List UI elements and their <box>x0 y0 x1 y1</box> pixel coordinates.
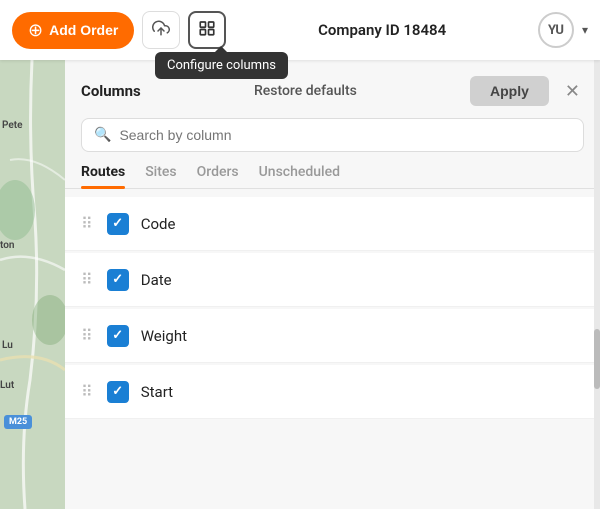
panel-header: Columns Restore defaults Apply ✕ <box>65 60 600 118</box>
configure-columns-button[interactable] <box>188 11 226 49</box>
avatar: YU <box>538 12 574 48</box>
map-label-lut: Lut <box>0 380 14 391</box>
search-icon: 🔍 <box>94 127 111 143</box>
tab-sites[interactable]: Sites <box>145 164 176 188</box>
column-item-start: ⠿ ✓ Start <box>65 365 600 419</box>
plus-icon: ⊕ <box>28 20 43 41</box>
company-id-label: Company ID 18484 <box>234 21 530 39</box>
add-order-button[interactable]: ⊕ Add Order <box>12 12 134 49</box>
configure-columns-icon <box>198 19 216 42</box>
chevron-down-icon[interactable]: ▾ <box>582 23 588 37</box>
drag-handle-code[interactable]: ⠿ <box>81 216 95 232</box>
apply-button[interactable]: Apply <box>470 76 549 106</box>
checkbox-weight[interactable]: ✓ <box>107 325 129 347</box>
column-name-start: Start <box>141 383 173 401</box>
checkbox-code[interactable]: ✓ <box>107 213 129 235</box>
map-area: Pete ton Lu Lut M25 <box>0 60 65 509</box>
restore-defaults-button[interactable]: Restore defaults <box>153 83 458 99</box>
scrollbar-track <box>594 60 600 509</box>
search-input[interactable] <box>119 127 571 143</box>
tab-unscheduled[interactable]: Unscheduled <box>259 164 340 188</box>
upload-icon <box>152 19 170 42</box>
checkbox-date[interactable]: ✓ <box>107 269 129 291</box>
tab-orders[interactable]: Orders <box>197 164 239 188</box>
tab-routes[interactable]: Routes <box>81 164 125 188</box>
check-icon-start: ✓ <box>112 384 123 399</box>
configure-columns-tooltip: Configure columns <box>155 52 288 79</box>
map-badge-m25: M25 <box>4 415 32 429</box>
header: ⊕ Add Order Company ID 18484 YU ▾ <box>0 0 600 60</box>
avatar-initials: YU <box>548 23 564 38</box>
column-item-weight: ⠿ ✓ Weight <box>65 309 600 363</box>
main-area: Pete ton Lu Lut M25 Columns Restore defa… <box>0 60 600 509</box>
close-button[interactable]: ✕ <box>561 82 584 100</box>
upload-button[interactable] <box>142 11 180 49</box>
column-item-code: ⠿ ✓ Code <box>65 197 600 251</box>
check-icon-weight: ✓ <box>112 328 123 343</box>
check-icon-code: ✓ <box>112 216 123 231</box>
map-label-pete: Pete <box>2 120 22 131</box>
map-label-lu: Lu <box>2 340 13 351</box>
drag-handle-date[interactable]: ⠿ <box>81 272 95 288</box>
panel-title: Columns <box>81 82 141 100</box>
checkbox-start[interactable]: ✓ <box>107 381 129 403</box>
column-item-date: ⠿ ✓ Date <box>65 253 600 307</box>
column-name-date: Date <box>141 271 172 289</box>
drag-handle-weight[interactable]: ⠿ <box>81 328 95 344</box>
column-list: ⠿ ✓ Code ⠿ ✓ Date ⠿ ✓ Weight <box>65 197 600 509</box>
add-order-label: Add Order <box>49 22 118 38</box>
check-icon-date: ✓ <box>112 272 123 287</box>
map-label-ton: ton <box>0 240 14 251</box>
columns-panel: Columns Restore defaults Apply ✕ 🔍 Route… <box>65 60 600 509</box>
drag-handle-start[interactable]: ⠿ <box>81 384 95 400</box>
column-name-weight: Weight <box>141 327 187 345</box>
scrollbar-thumb[interactable] <box>594 329 600 389</box>
column-name-code: Code <box>141 215 176 233</box>
tabs: Routes Sites Orders Unscheduled <box>65 164 600 189</box>
tooltip-text: Configure columns <box>167 58 276 73</box>
search-bar: 🔍 <box>81 118 584 152</box>
